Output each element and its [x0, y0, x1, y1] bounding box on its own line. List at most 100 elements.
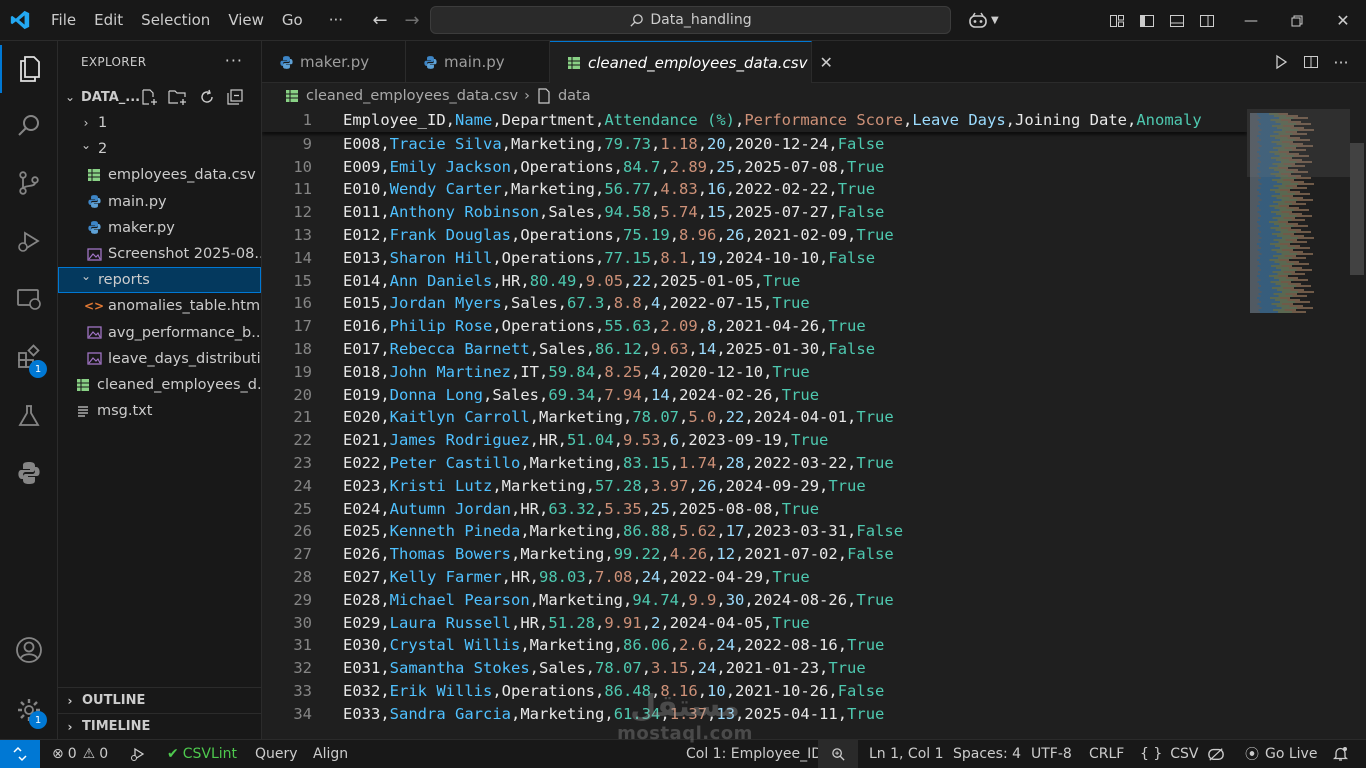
- code-line[interactable]: 25 E024,Autumn Jordan,HR,63.32,5.35,25,20…: [262, 498, 1247, 521]
- code-line[interactable]: 9 E008,Tracie Silva,Marketing,79.73,1.18,…: [262, 133, 1247, 156]
- code-line[interactable]: 28 E027,Kelly Farmer,HR,98.03,7.08,24,202…: [262, 566, 1247, 589]
- language-mode[interactable]: { } CSV: [1140, 740, 1199, 768]
- notifications-bell-icon[interactable]: [1333, 740, 1348, 768]
- code-line[interactable]: 22 E021,James Rodriguez,HR,51.04,9.53,6,2…: [262, 429, 1247, 452]
- tree-file[interactable]: cleaned_employees_d...: [58, 372, 261, 398]
- debug-status-icon[interactable]: [130, 740, 146, 768]
- editor-scrollbar[interactable]: [1350, 143, 1364, 275]
- code-line[interactable]: 24 E023,Kristi Lutz,Marketing,57.28,3.97,…: [262, 475, 1247, 498]
- testing-icon[interactable]: [0, 392, 58, 440]
- tree-folder[interactable]: › 1: [58, 110, 261, 136]
- tab-main-py[interactable]: main.py: [406, 41, 550, 83]
- encoding[interactable]: UTF-8: [1031, 740, 1072, 768]
- close-tab-icon[interactable]: ✕: [819, 53, 832, 72]
- run-file-icon[interactable]: [1266, 47, 1296, 77]
- problems-indicator[interactable]: ⊗ 0 ⚠ 0: [52, 740, 108, 768]
- explorer-icon[interactable]: [0, 45, 58, 93]
- tree-file[interactable]: msg.txt: [58, 398, 261, 424]
- command-center-search[interactable]: Data_handling: [430, 6, 951, 34]
- tree-folder[interactable]: ⌄ 2: [58, 136, 261, 162]
- code-line[interactable]: 27 E026,Thomas Bowers,Marketing,99.22,4.2…: [262, 543, 1247, 566]
- tree-file[interactable]: avg_performance_b...: [58, 320, 261, 346]
- outline-section[interactable]: › OUTLINE: [58, 687, 261, 713]
- column-indicator[interactable]: Col 1: Employee_ID: [686, 740, 822, 768]
- code-line[interactable]: 23 E022,Peter Castillo,Marketing,83.15,1.…: [262, 452, 1247, 475]
- code-line[interactable]: 26 E025,Kenneth Pineda,Marketing,86.88,5.…: [262, 520, 1247, 543]
- workspace-root[interactable]: ⌄ DATA_...: [58, 84, 261, 110]
- tree-file[interactable]: Screenshot 2025-08...: [58, 241, 261, 267]
- minimize-icon[interactable]: —: [1228, 0, 1274, 41]
- code-line[interactable]: 14 E013,Sharon Hill,Operations,77.15,8.1,…: [262, 247, 1247, 270]
- accounts-icon[interactable]: [0, 626, 58, 674]
- code-line[interactable]: 32 E031,Samantha Stokes,Sales,78.07,3.15,…: [262, 657, 1247, 680]
- code-line[interactable]: 34 E033,Sandra Garcia,Marketing,61.34,1.3…: [262, 703, 1247, 726]
- new-folder-icon[interactable]: [168, 88, 188, 106]
- code-editor[interactable]: 9 E008,Tracie Silva,Marketing,79.73,1.18,…: [262, 109, 1247, 739]
- code-line[interactable]: 31 E030,Crystal Willis,Marketing,86.06,2.…: [262, 634, 1247, 657]
- explorer-more-icon[interactable]: ···: [225, 51, 243, 70]
- collapse-all-icon[interactable]: [226, 88, 244, 106]
- editor-more-icon[interactable]: ···: [1326, 47, 1356, 77]
- code-line[interactable]: 33 E032,Erik Willis,Operations,86.48,8.16…: [262, 680, 1247, 703]
- source-control-icon[interactable]: [0, 159, 58, 207]
- tree-file[interactable]: <> anomalies_table.html: [58, 293, 261, 319]
- tree-file[interactable]: employees_data.csv: [58, 162, 261, 188]
- go-live-button[interactable]: ⦿ Go Live: [1245, 740, 1317, 768]
- tree-file[interactable]: leave_days_distributi...: [58, 346, 261, 372]
- code-line[interactable]: 30 E029,Laura Russell,HR,51.28,9.91,2,202…: [262, 612, 1247, 635]
- toggle-panel-icon[interactable]: [1162, 6, 1192, 36]
- new-file-icon[interactable]: [140, 88, 158, 106]
- menu-view[interactable]: View: [219, 0, 273, 41]
- query-button[interactable]: Query: [255, 740, 298, 768]
- code-line[interactable]: 20 E019,Donna Long,Sales,69.34,7.94,14,20…: [262, 384, 1247, 407]
- menu-go[interactable]: Go: [273, 0, 312, 41]
- cursor-position[interactable]: Ln 1, Col 1: [869, 740, 944, 768]
- breadcrumb-symbol[interactable]: data: [558, 88, 591, 104]
- timeline-section[interactable]: › TIMELINE: [58, 713, 261, 739]
- tree-file[interactable]: maker.py: [58, 215, 261, 241]
- tab-maker-py[interactable]: maker.py: [262, 41, 406, 83]
- align-button[interactable]: Align: [313, 740, 348, 768]
- more-menu-button[interactable]: ···: [320, 0, 352, 41]
- run-debug-icon[interactable]: [0, 217, 58, 265]
- manage-gear-icon[interactable]: 1: [0, 686, 58, 734]
- code-line[interactable]: 10 E009,Emily Jackson,Operations,84.7,2.8…: [262, 156, 1247, 179]
- remote-explorer-icon[interactable]: [0, 275, 58, 323]
- code-line[interactable]: 21 E020,Kaitlyn Carroll,Marketing,78.07,5…: [262, 406, 1247, 429]
- code-line[interactable]: 12 E011,Anthony Robinson,Sales,94.58,5.74…: [262, 201, 1247, 224]
- toggle-secondary-sidebar-icon[interactable]: [1192, 6, 1222, 36]
- code-line[interactable]: 13 E012,Frank Douglas,Operations,75.19,8.…: [262, 224, 1247, 247]
- remote-indicator-icon[interactable]: [0, 740, 40, 768]
- menu-edit[interactable]: Edit: [85, 0, 132, 41]
- extensions-icon[interactable]: 1: [0, 333, 58, 381]
- code-line[interactable]: 19 E018,John Martinez,IT,59.84,8.25,4,202…: [262, 361, 1247, 384]
- forward-arrow-icon[interactable]: →: [396, 10, 428, 31]
- close-window-icon[interactable]: ✕: [1320, 0, 1366, 41]
- breadcrumb-file[interactable]: cleaned_employees_data.csv: [306, 88, 518, 104]
- tree-file[interactable]: main.py: [58, 189, 261, 215]
- back-arrow-icon[interactable]: ←: [364, 10, 396, 31]
- copilot-chevron-icon[interactable]: ▼: [991, 15, 999, 26]
- copilot-icon[interactable]: [963, 6, 993, 36]
- search-view-icon[interactable]: [0, 102, 58, 150]
- refresh-icon[interactable]: [198, 88, 216, 106]
- tree-folder[interactable]: ⌄ reports: [58, 267, 261, 294]
- menu-selection[interactable]: Selection: [132, 0, 219, 41]
- line-ending[interactable]: CRLF: [1089, 740, 1124, 768]
- split-editor-icon[interactable]: [1296, 47, 1326, 77]
- code-line[interactable]: 17 E016,Philip Rose,Operations,55.63,2.09…: [262, 315, 1247, 338]
- code-line[interactable]: 29 E028,Michael Pearson,Marketing,94.74,9…: [262, 589, 1247, 612]
- csvlint-status[interactable]: ✔ CSVLint: [167, 740, 237, 768]
- code-line[interactable]: 15 E014,Ann Daniels,HR,80.49,9.05,22,2025…: [262, 270, 1247, 293]
- menu-file[interactable]: File: [42, 0, 85, 41]
- sticky-header-line[interactable]: 1 Employee_ID,Name,Department,Attendance …: [262, 109, 1247, 132]
- code-line[interactable]: 11 E010,Wendy Carter,Marketing,56.77,4.83…: [262, 178, 1247, 201]
- indentation[interactable]: Spaces: 4: [953, 740, 1021, 768]
- copilot-status-icon[interactable]: [1207, 740, 1225, 768]
- toggle-sidebar-icon[interactable]: [1132, 6, 1162, 36]
- restore-icon[interactable]: [1274, 0, 1320, 41]
- python-icon[interactable]: [0, 449, 58, 497]
- minimap-viewport[interactable]: [1247, 109, 1350, 177]
- minimap[interactable]: [1247, 109, 1366, 739]
- zoom-icon[interactable]: [818, 740, 858, 768]
